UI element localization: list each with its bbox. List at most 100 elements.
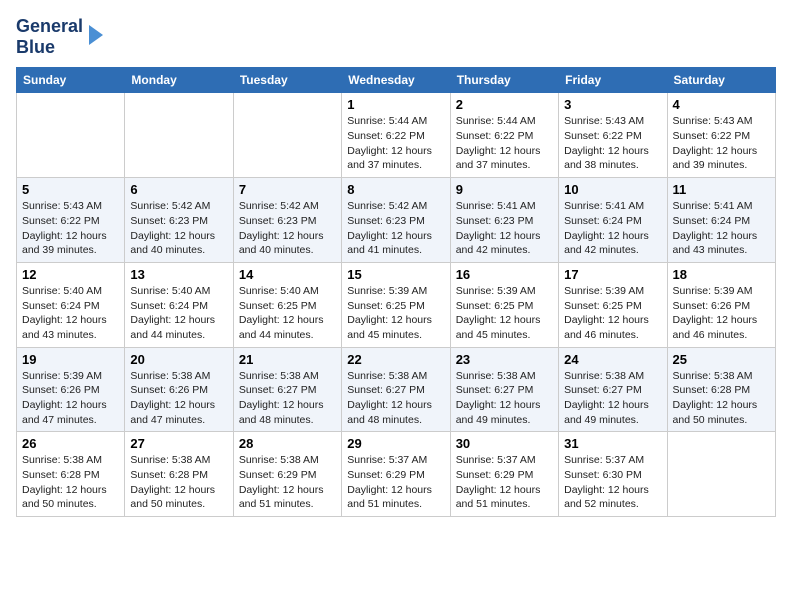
calendar-cell <box>233 93 341 178</box>
day-info: Sunrise: 5:43 AM Sunset: 6:22 PM Dayligh… <box>22 199 119 258</box>
week-row-1: 1 Sunrise: 5:44 AM Sunset: 6:22 PM Daylig… <box>17 93 776 178</box>
calendar-cell: 6 Sunrise: 5:42 AM Sunset: 6:23 PM Daylig… <box>125 178 233 263</box>
day-info: Sunrise: 5:41 AM Sunset: 6:24 PM Dayligh… <box>564 199 661 258</box>
day-number: 3 <box>564 97 661 112</box>
calendar-cell: 4 Sunrise: 5:43 AM Sunset: 6:22 PM Daylig… <box>667 93 775 178</box>
calendar-cell: 1 Sunrise: 5:44 AM Sunset: 6:22 PM Daylig… <box>342 93 450 178</box>
weekday-header-saturday: Saturday <box>667 68 775 93</box>
calendar-cell: 12Sunrise: 5:40 AM Sunset: 6:24 PM Dayli… <box>17 262 125 347</box>
day-info: Sunrise: 5:44 AM Sunset: 6:22 PM Dayligh… <box>347 114 444 173</box>
day-number: 22 <box>347 352 444 367</box>
calendar-cell: 22 Sunrise: 5:38 AM Sunset: 6:27 PM Dayli… <box>342 347 450 432</box>
day-number: 6 <box>130 182 227 197</box>
week-row-3: 12Sunrise: 5:40 AM Sunset: 6:24 PM Dayli… <box>17 262 776 347</box>
week-row-5: 26 Sunrise: 5:38 AM Sunset: 6:28 PM Dayli… <box>17 432 776 517</box>
day-number: 13 <box>130 267 227 282</box>
calendar-cell: 2 Sunrise: 5:44 AM Sunset: 6:22 PM Daylig… <box>450 93 558 178</box>
calendar-cell: 23 Sunrise: 5:38 AM Sunset: 6:27 PM Dayli… <box>450 347 558 432</box>
day-info: Sunrise: 5:42 AM Sunset: 6:23 PM Dayligh… <box>130 199 227 258</box>
day-number: 11 <box>673 182 770 197</box>
calendar-cell: 30 Sunrise: 5:37 AM Sunset: 6:29 PM Dayli… <box>450 432 558 517</box>
logo-container: General Blue <box>16 16 107 57</box>
calendar-cell: 17Sunrise: 5:39 AM Sunset: 6:25 PM Dayli… <box>559 262 667 347</box>
calendar-cell: 27Sunrise: 5:38 AM Sunset: 6:28 PM Dayli… <box>125 432 233 517</box>
day-number: 10 <box>564 182 661 197</box>
day-number: 29 <box>347 436 444 451</box>
calendar-cell: 8 Sunrise: 5:42 AM Sunset: 6:23 PM Daylig… <box>342 178 450 263</box>
calendar-cell: 24Sunrise: 5:38 AM Sunset: 6:27 PM Dayli… <box>559 347 667 432</box>
day-info: Sunrise: 5:43 AM Sunset: 6:22 PM Dayligh… <box>564 114 661 173</box>
day-number: 26 <box>22 436 119 451</box>
day-number: 5 <box>22 182 119 197</box>
day-number: 30 <box>456 436 553 451</box>
logo-chevron-icon <box>85 21 107 49</box>
weekday-header-thursday: Thursday <box>450 68 558 93</box>
calendar-cell: 20Sunrise: 5:38 AM Sunset: 6:26 PM Dayli… <box>125 347 233 432</box>
day-number: 4 <box>673 97 770 112</box>
calendar-cell: 10 Sunrise: 5:41 AM Sunset: 6:24 PM Dayli… <box>559 178 667 263</box>
weekday-header-row: SundayMondayTuesdayWednesdayThursdayFrid… <box>17 68 776 93</box>
day-info: Sunrise: 5:39 AM Sunset: 6:25 PM Dayligh… <box>347 284 444 343</box>
logo: General Blue <box>16 16 107 57</box>
day-info: Sunrise: 5:42 AM Sunset: 6:23 PM Dayligh… <box>239 199 336 258</box>
day-info: Sunrise: 5:38 AM Sunset: 6:27 PM Dayligh… <box>239 369 336 428</box>
week-row-2: 5 Sunrise: 5:43 AM Sunset: 6:22 PM Daylig… <box>17 178 776 263</box>
day-number: 19 <box>22 352 119 367</box>
day-number: 20 <box>130 352 227 367</box>
calendar-cell: 18 Sunrise: 5:39 AM Sunset: 6:26 PM Dayli… <box>667 262 775 347</box>
day-number: 1 <box>347 97 444 112</box>
calendar-cell: 3 Sunrise: 5:43 AM Sunset: 6:22 PM Daylig… <box>559 93 667 178</box>
day-number: 27 <box>130 436 227 451</box>
day-number: 24 <box>564 352 661 367</box>
day-info: Sunrise: 5:44 AM Sunset: 6:22 PM Dayligh… <box>456 114 553 173</box>
logo-text-block: General Blue <box>16 16 83 57</box>
day-info: Sunrise: 5:38 AM Sunset: 6:28 PM Dayligh… <box>673 369 770 428</box>
calendar-cell: 19 Sunrise: 5:39 AM Sunset: 6:26 PM Dayli… <box>17 347 125 432</box>
day-info: Sunrise: 5:41 AM Sunset: 6:24 PM Dayligh… <box>673 199 770 258</box>
calendar-cell: 15 Sunrise: 5:39 AM Sunset: 6:25 PM Dayli… <box>342 262 450 347</box>
calendar-cell: 21Sunrise: 5:38 AM Sunset: 6:27 PM Dayli… <box>233 347 341 432</box>
weekday-header-tuesday: Tuesday <box>233 68 341 93</box>
day-number: 16 <box>456 267 553 282</box>
day-number: 17 <box>564 267 661 282</box>
day-number: 8 <box>347 182 444 197</box>
calendar-cell: 14 Sunrise: 5:40 AM Sunset: 6:25 PM Dayli… <box>233 262 341 347</box>
calendar-cell: 9 Sunrise: 5:41 AM Sunset: 6:23 PM Daylig… <box>450 178 558 263</box>
weekday-header-wednesday: Wednesday <box>342 68 450 93</box>
day-number: 28 <box>239 436 336 451</box>
day-info: Sunrise: 5:37 AM Sunset: 6:29 PM Dayligh… <box>456 453 553 512</box>
day-info: Sunrise: 5:39 AM Sunset: 6:26 PM Dayligh… <box>22 369 119 428</box>
day-info: Sunrise: 5:42 AM Sunset: 6:23 PM Dayligh… <box>347 199 444 258</box>
day-info: Sunrise: 5:38 AM Sunset: 6:29 PM Dayligh… <box>239 453 336 512</box>
day-number: 9 <box>456 182 553 197</box>
day-info: Sunrise: 5:39 AM Sunset: 6:26 PM Dayligh… <box>673 284 770 343</box>
day-info: Sunrise: 5:37 AM Sunset: 6:29 PM Dayligh… <box>347 453 444 512</box>
weekday-header-sunday: Sunday <box>17 68 125 93</box>
day-number: 25 <box>673 352 770 367</box>
day-number: 23 <box>456 352 553 367</box>
calendar-cell: 26 Sunrise: 5:38 AM Sunset: 6:28 PM Dayli… <box>17 432 125 517</box>
weekday-header-friday: Friday <box>559 68 667 93</box>
calendar-cell: 25 Sunrise: 5:38 AM Sunset: 6:28 PM Dayli… <box>667 347 775 432</box>
day-info: Sunrise: 5:40 AM Sunset: 6:25 PM Dayligh… <box>239 284 336 343</box>
day-number: 2 <box>456 97 553 112</box>
weekday-header-monday: Monday <box>125 68 233 93</box>
day-number: 15 <box>347 267 444 282</box>
header: General Blue <box>16 16 776 57</box>
day-info: Sunrise: 5:38 AM Sunset: 6:28 PM Dayligh… <box>22 453 119 512</box>
day-info: Sunrise: 5:43 AM Sunset: 6:22 PM Dayligh… <box>673 114 770 173</box>
calendar-cell: 16Sunrise: 5:39 AM Sunset: 6:25 PM Dayli… <box>450 262 558 347</box>
day-info: Sunrise: 5:38 AM Sunset: 6:27 PM Dayligh… <box>456 369 553 428</box>
day-number: 14 <box>239 267 336 282</box>
calendar-cell: 29 Sunrise: 5:37 AM Sunset: 6:29 PM Dayli… <box>342 432 450 517</box>
day-number: 12 <box>22 267 119 282</box>
calendar-cell <box>17 93 125 178</box>
day-info: Sunrise: 5:38 AM Sunset: 6:27 PM Dayligh… <box>347 369 444 428</box>
day-number: 31 <box>564 436 661 451</box>
day-info: Sunrise: 5:41 AM Sunset: 6:23 PM Dayligh… <box>456 199 553 258</box>
calendar-cell: 7Sunrise: 5:42 AM Sunset: 6:23 PM Daylig… <box>233 178 341 263</box>
calendar-cell: 13Sunrise: 5:40 AM Sunset: 6:24 PM Dayli… <box>125 262 233 347</box>
calendar-cell: 5 Sunrise: 5:43 AM Sunset: 6:22 PM Daylig… <box>17 178 125 263</box>
day-number: 18 <box>673 267 770 282</box>
calendar-cell: 28 Sunrise: 5:38 AM Sunset: 6:29 PM Dayli… <box>233 432 341 517</box>
